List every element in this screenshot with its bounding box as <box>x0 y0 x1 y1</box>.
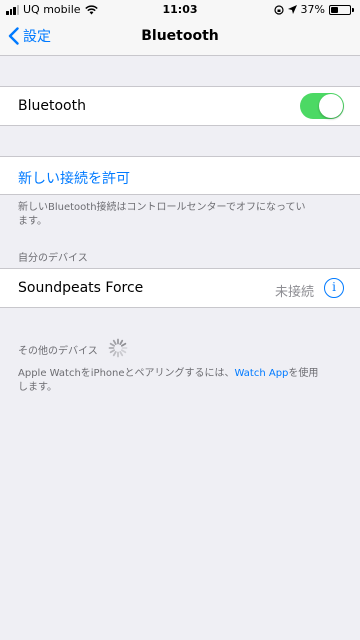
other-devices-footer-line2: します。 <box>18 382 57 393</box>
device-name: Soundpeats Force <box>18 280 144 296</box>
battery-fill <box>331 6 338 13</box>
page-title: Bluetooth <box>141 28 219 44</box>
bluetooth-toggle[interactable] <box>300 93 344 119</box>
toggle-knob <box>319 94 343 118</box>
spinner-spoke <box>109 349 116 354</box>
spinner-spoke <box>109 342 116 347</box>
watch-footer-prefix: Apple WatchをiPhoneとペアリングするには、 <box>18 368 235 379</box>
location-icon <box>287 5 297 14</box>
battery-percent: 37% <box>300 3 325 16</box>
status-right: 37% <box>270 3 354 16</box>
navigation-bar: 設定 Bluetooth <box>0 20 360 56</box>
spinner-spoke <box>112 339 117 346</box>
watch-footer-suffix: を使用 <box>288 368 319 379</box>
spinner-spoke <box>119 350 124 357</box>
allow-new-connections-link[interactable]: 新しい接続を許可 <box>18 168 130 188</box>
spinner-spoke <box>112 350 117 357</box>
connection-footer-line1: 新しいBluetooth接続はコントロールセンターでオフになってい <box>18 202 306 213</box>
my-devices-header: 自分のデバイス <box>18 253 88 264</box>
spinner-spoke <box>120 342 127 347</box>
connection-footer-note: 新しいBluetooth接続はコントロールセンターでオフになってい ます。 <box>18 201 346 229</box>
bluetooth-cell: Bluetooth <box>0 86 360 126</box>
screen-lock-icon <box>273 4 284 15</box>
other-devices-footer-line1: Apple WatchをiPhoneとペアリングするには、Watch Appを使… <box>18 367 346 381</box>
connection-footer-line2: ます。 <box>18 216 47 227</box>
battery-icon <box>329 4 354 15</box>
allow-new-connections-cell[interactable]: 新しい接続を許可 <box>0 156 360 195</box>
other-devices-footer-note: Apple WatchをiPhoneとペアリングするには、Watch Appを使… <box>18 367 346 395</box>
bluetooth-label: Bluetooth <box>18 98 86 114</box>
other-devices-header: その他のデバイス <box>18 346 98 357</box>
spinner-spoke <box>120 349 127 354</box>
watch-app-link[interactable]: Watch App <box>235 368 289 379</box>
device-status: 未接続 <box>274 285 314 300</box>
info-icon[interactable]: i <box>324 278 344 298</box>
loading-spinner-icon <box>108 338 128 358</box>
device-row[interactable]: Soundpeats Force 未接続 i <box>0 268 360 308</box>
battery-cap <box>352 7 354 12</box>
spinner-spoke <box>119 339 124 346</box>
battery-body <box>329 4 351 15</box>
status-bar: UQ mobile 11:03 37% <box>0 0 360 20</box>
